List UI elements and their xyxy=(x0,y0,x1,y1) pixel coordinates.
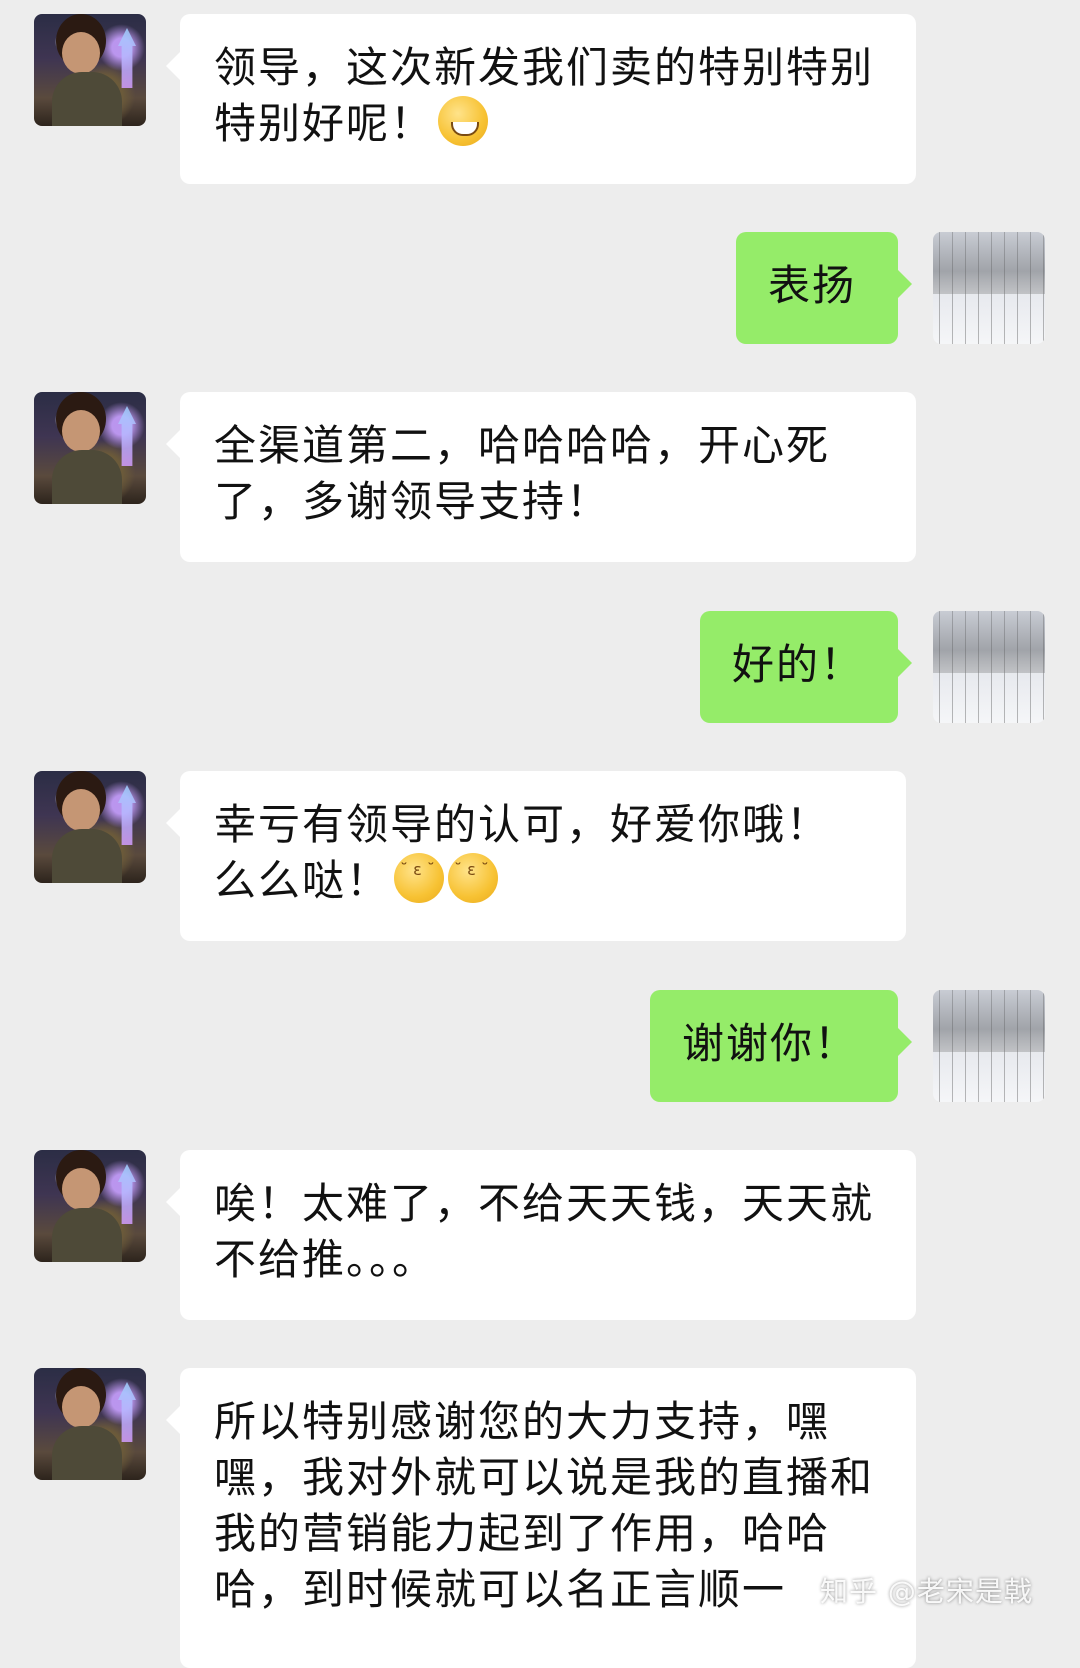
outgoing-message-bubble[interactable]: 好的！ xyxy=(700,611,912,723)
message-text: 领导，这次新发我们卖的特别特别特别好呢！ xyxy=(214,43,875,148)
incoming-message-bubble[interactable]: 唉！太难了，不给天天钱，天天就不给推。。。 xyxy=(166,1150,916,1320)
incoming-message-bubble[interactable]: 领导，这次新发我们卖的特别特别特别好呢！ xyxy=(166,14,916,184)
avatar-body xyxy=(52,1426,122,1480)
avatar-face xyxy=(62,789,100,831)
contact-avatar[interactable] xyxy=(34,1150,146,1262)
avatar-face xyxy=(62,32,100,74)
outgoing-message-bubble[interactable]: 表扬 xyxy=(736,232,912,344)
incoming-message-bubble[interactable]: 幸亏有领导的认可，好爱你哦！么么哒！ xyxy=(166,771,906,941)
watermark-text: 知乎 @老宋是戟 xyxy=(820,1575,1033,1608)
avatar-face xyxy=(62,1386,100,1428)
avatar-body xyxy=(52,72,122,126)
message-text: 幸亏有领导的认可，好爱你哦！么么哒！ xyxy=(214,800,831,905)
castle-shape xyxy=(118,1382,136,1442)
contact-avatar[interactable] xyxy=(34,1368,146,1480)
my-avatar[interactable] xyxy=(933,990,1045,1102)
my-avatar[interactable] xyxy=(933,611,1045,723)
message-text: 所以特别感谢您的大力支持，嘿嘿，我对外就可以说是我的直播和我的营销能力起到了作用… xyxy=(214,1397,875,1614)
message-text: 唉！太难了，不给天天钱，天天就不给推。。。 xyxy=(214,1179,875,1284)
avatar-body xyxy=(52,829,122,883)
my-avatar[interactable] xyxy=(933,232,1045,344)
incoming-message-bubble[interactable]: 全渠道第二，哈哈哈哈，开心死了，多谢领导支持！ xyxy=(166,392,916,562)
avatar-face xyxy=(62,1168,100,1210)
incoming-message-bubble[interactable]: 所以特别感谢您的大力支持，嘿嘿，我对外就可以说是我的直播和我的营销能力起到了作用… xyxy=(166,1368,916,1668)
message-text: 谢谢你！ xyxy=(682,1019,859,1068)
kiss-emoji-icon xyxy=(448,853,499,903)
message-text: 全渠道第二，哈哈哈哈，开心死了，多谢领导支持！ xyxy=(214,421,831,526)
kiss-emoji-icon xyxy=(394,853,445,903)
contact-avatar[interactable] xyxy=(34,771,146,883)
castle-shape xyxy=(118,1164,136,1224)
message-text: 好的！ xyxy=(732,640,865,689)
outgoing-message-bubble[interactable]: 谢谢你！ xyxy=(650,990,912,1102)
contact-avatar[interactable] xyxy=(34,392,146,504)
avatar-body xyxy=(52,450,122,504)
grin-emoji-icon xyxy=(438,96,489,146)
message-text: 表扬 xyxy=(768,261,857,310)
avatar-face xyxy=(62,410,100,452)
castle-shape xyxy=(118,406,136,466)
castle-shape xyxy=(118,28,136,88)
contact-avatar[interactable] xyxy=(34,14,146,126)
castle-shape xyxy=(118,785,136,845)
avatar-body xyxy=(52,1208,122,1262)
